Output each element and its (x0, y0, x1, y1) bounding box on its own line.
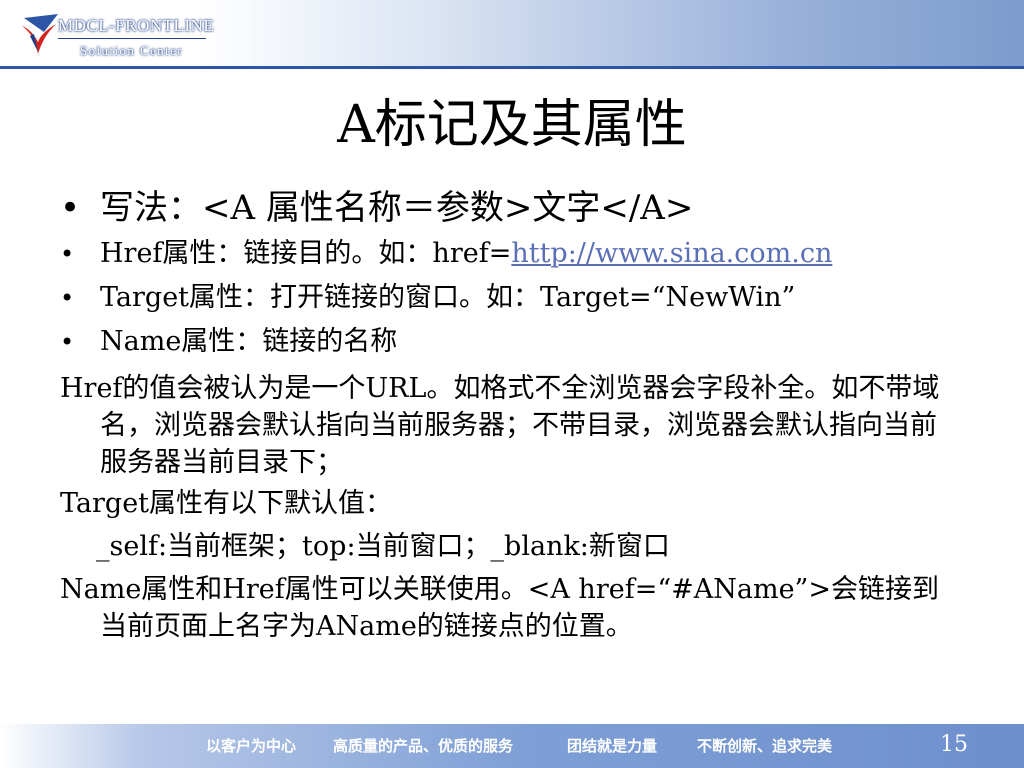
target-heading-paragraph: Target属性有以下默认值： (60, 488, 393, 519)
footer-slogan-1: 以客户为中心 (206, 737, 297, 755)
footer-slogan-4: 不断创新、追求完美 (697, 737, 833, 755)
brand-name: MDCL-FRONTLINE (58, 16, 215, 35)
example-link[interactable]: http://www.sina.com.cn (511, 238, 832, 269)
target-values-paragraph: _self:当前框架；top:当前窗口；_blank:新窗口 (96, 531, 670, 562)
brand-divider (58, 38, 206, 39)
footer-slogan-3: 团结就是力量 (567, 737, 658, 755)
bullet-name: Name属性：链接的名称 (60, 320, 960, 364)
bullet-syntax: 写法：<A 属性名称＝参数>文字</A> (60, 184, 960, 232)
name-note-paragraph: Name属性和Href属性可以关联使用。<A href=“#AName”>会链接… (60, 574, 939, 642)
company-logo-icon (22, 14, 58, 54)
href-note-paragraph: Href的值会被认为是一个URL。如格式不全浏览器会字段补全。如不带域名，浏览器… (60, 373, 940, 478)
bullet-target: Target属性：打开链接的窗口。如：Target=“NewWin” (60, 276, 960, 320)
slide-content: 写法：<A 属性名称＝参数>文字</A> Href属性：链接目的。如：href=… (60, 184, 960, 645)
slide-title: A标记及其属性 (337, 95, 687, 155)
footer-slogan-2: 高质量的产品、优质的服务 (333, 737, 514, 755)
brand-subtitle: Solution Center (80, 43, 183, 58)
page-number: 15 (940, 732, 968, 757)
header-stripe (0, 66, 1024, 69)
bullet-href: Href属性：链接目的。如：href=http://www.sina.com.c… (60, 232, 960, 276)
bullet-href-text: Href属性：链接目的。如：href= (100, 238, 512, 269)
